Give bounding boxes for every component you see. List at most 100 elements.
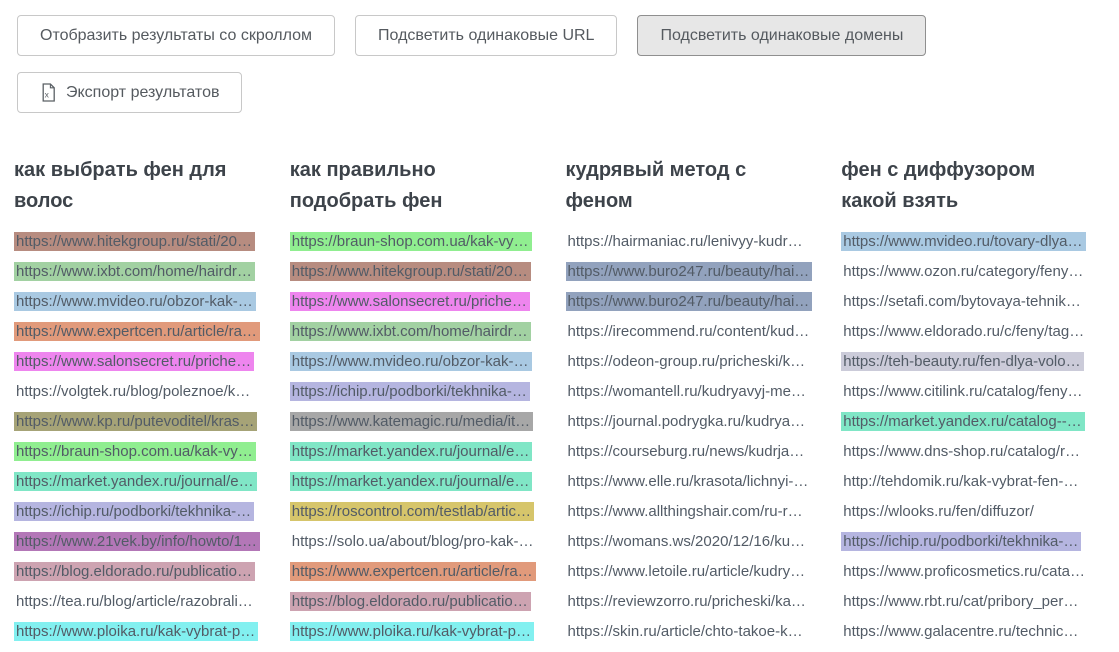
result-row: https://ichip.ru/podborki/tekhnika-… xyxy=(14,502,278,522)
result-url[interactable]: https://www.21vek.by/info/howto/1… xyxy=(14,532,260,551)
result-row: https://www.allthingshair.com/ru-r… xyxy=(566,502,830,522)
result-row: https://www.buro247.ru/beauty/hai… xyxy=(566,292,830,312)
result-row: https://teh-beauty.ru/fen-dlya-volo… xyxy=(841,352,1105,372)
result-row: https://ichip.ru/podborki/tekhnika-… xyxy=(290,382,554,402)
result-row: https://www.galacentre.ru/technic… xyxy=(841,622,1105,642)
results-grid: как выбрать фен для волос https://www.hi… xyxy=(0,155,1119,652)
result-url[interactable]: https://braun-shop.com.ua/kak-vy… xyxy=(14,442,256,461)
result-url[interactable]: https://www.salonsecret.ru/priche… xyxy=(290,292,530,311)
result-url[interactable]: https://braun-shop.com.ua/kak-vy… xyxy=(290,232,532,251)
result-url[interactable]: https://irecommend.ru/content/kud… xyxy=(566,322,813,341)
url-list: https://www.mvideo.ru/tovary-dlya… https… xyxy=(841,232,1105,642)
result-url[interactable]: https://www.letoile.ru/article/kudry… xyxy=(566,562,809,581)
result-url[interactable]: https://roscontrol.com/testlab/artic… xyxy=(290,502,534,521)
result-url[interactable]: https://hairmaniac.ru/lenivyy-kudr… xyxy=(566,232,806,251)
result-url[interactable]: https://www.eldorado.ru/c/feny/tag… xyxy=(841,322,1087,341)
result-url[interactable]: https://setafi.com/bytovaya-tehnik… xyxy=(841,292,1084,311)
result-row: https://www.letoile.ru/article/kudry… xyxy=(566,562,830,582)
result-row: https://wlooks.ru/fen/diffuzor/ xyxy=(841,502,1105,522)
show-results-with-scroll-button[interactable]: Отобразить результаты со скроллом xyxy=(17,15,335,56)
result-url[interactable]: https://www.mvideo.ru/obzor-kak-… xyxy=(290,352,532,371)
result-row: https://www.expertcen.ru/article/ra… xyxy=(290,562,554,582)
result-row: https://irecommend.ru/content/kud… xyxy=(566,322,830,342)
result-url[interactable]: https://www.ixbt.com/home/hairdr… xyxy=(14,262,255,281)
result-url[interactable]: https://www.buro247.ru/beauty/hai… xyxy=(566,292,813,311)
result-url[interactable]: https://womantell.ru/kudryavyj-me… xyxy=(566,382,809,401)
result-url[interactable]: https://www.allthingshair.com/ru-r… xyxy=(566,502,806,521)
result-url[interactable]: https://market.yandex.ru/journal/e… xyxy=(290,472,533,491)
result-url[interactable]: https://wlooks.ru/fen/diffuzor/ xyxy=(841,502,1037,521)
result-url[interactable]: https://www.citilink.ru/catalog/feny… xyxy=(841,382,1085,401)
result-url[interactable]: https://www.expertcen.ru/article/ra… xyxy=(14,322,260,341)
result-row: https://solo.ua/about/blog/pro-kak-… xyxy=(290,532,554,552)
excel-document-icon: x xyxy=(40,83,57,102)
result-url[interactable]: https://www.expertcen.ru/article/ra… xyxy=(290,562,536,581)
result-url[interactable]: https://market.yandex.ru/journal/e… xyxy=(14,472,257,491)
result-url[interactable]: https://www.ixbt.com/home/hairdr… xyxy=(290,322,531,341)
result-url[interactable]: https://www.hitekgroup.ru/stati/20… xyxy=(290,262,531,281)
toolbar-button-row: Отобразить результаты со скроллом Подсве… xyxy=(17,15,1102,56)
result-row: https://ichip.ru/podborki/tekhnika-… xyxy=(841,532,1105,552)
result-row: https://volgtek.ru/blog/poleznoe/k… xyxy=(14,382,278,402)
result-url[interactable]: https://www.rbt.ru/cat/pribory_per… xyxy=(841,592,1081,611)
result-row: http://tehdomik.ru/kak-vybrat-fen-… xyxy=(841,472,1105,492)
result-url[interactable]: https://ichip.ru/podborki/tekhnika-… xyxy=(290,382,530,401)
result-row: https://www.katemagic.ru/media/it… xyxy=(290,412,554,432)
result-row: https://journal.podrygka.ru/kudrya… xyxy=(566,412,830,432)
result-url[interactable]: https://www.kp.ru/putevoditel/kras… xyxy=(14,412,257,431)
result-url[interactable]: https://reviewzorro.ru/pricheski/ka… xyxy=(566,592,809,611)
result-url[interactable]: https://www.ploika.ru/kak-vybrat-p… xyxy=(290,622,534,641)
svg-text:x: x xyxy=(45,90,50,100)
export-results-button[interactable]: x Экспорт результатов xyxy=(17,72,242,113)
result-url[interactable]: https://skin.ru/article/chto-takoe-k… xyxy=(566,622,806,641)
highlight-same-domains-button[interactable]: Подсветить одинаковые домены xyxy=(637,15,926,56)
result-row: https://www.proficosmetics.ru/cata… xyxy=(841,562,1105,582)
result-url[interactable]: https://odeon-group.ru/pricheski/k… xyxy=(566,352,809,371)
result-url[interactable]: https://volgtek.ru/blog/poleznoe/k… xyxy=(14,382,253,401)
url-list: https://hairmaniac.ru/lenivyy-kudr… http… xyxy=(566,232,830,642)
result-url[interactable]: https://market.yandex.ru/journal/e… xyxy=(290,442,533,461)
result-row: https://www.citilink.ru/catalog/feny… xyxy=(841,382,1105,402)
result-row: https://www.hitekgroup.ru/stati/20… xyxy=(290,262,554,282)
result-row: https://skin.ru/article/chto-takoe-k… xyxy=(566,622,830,642)
result-url[interactable]: https://ichip.ru/podborki/tekhnika-… xyxy=(14,502,254,521)
result-url[interactable]: https://www.elle.ru/krasota/lichnyi-… xyxy=(566,472,812,491)
result-url[interactable]: https://ichip.ru/podborki/tekhnika-… xyxy=(841,532,1081,551)
result-url[interactable]: https://www.dns-shop.ru/catalog/r… xyxy=(841,442,1083,461)
result-row: https://blog.eldorado.ru/publicatio… xyxy=(290,592,554,612)
result-url[interactable]: https://market.yandex.ru/catalog--… xyxy=(841,412,1084,431)
result-url[interactable]: https://www.galacentre.ru/technic… xyxy=(841,622,1081,641)
result-url[interactable]: https://www.katemagic.ru/media/it… xyxy=(290,412,533,431)
result-row: https://www.ploika.ru/kak-vybrat-p… xyxy=(14,622,278,642)
result-url[interactable]: https://www.ploika.ru/kak-vybrat-p… xyxy=(14,622,258,641)
result-row: https://odeon-group.ru/pricheski/k… xyxy=(566,352,830,372)
result-url[interactable]: https://www.salonsecret.ru/priche… xyxy=(14,352,254,371)
result-url[interactable]: https://journal.podrygka.ru/kudrya… xyxy=(566,412,809,431)
result-row: https://www.elle.ru/krasota/lichnyi-… xyxy=(566,472,830,492)
result-url[interactable]: https://teh-beauty.ru/fen-dlya-volo… xyxy=(841,352,1083,371)
result-url[interactable]: https://www.hitekgroup.ru/stati/20… xyxy=(14,232,255,251)
result-url[interactable]: https://blog.eldorado.ru/publicatio… xyxy=(14,562,255,581)
result-row: https://www.rbt.ru/cat/pribory_per… xyxy=(841,592,1105,612)
keyword-title: как выбрать фен для волос xyxy=(14,155,252,217)
result-url[interactable]: https://womans.ws/2020/12/16/ku… xyxy=(566,532,809,551)
result-row: https://blog.eldorado.ru/publicatio… xyxy=(14,562,278,582)
result-url[interactable]: https://tea.ru/blog/article/razobrali… xyxy=(14,592,256,611)
result-url[interactable]: https://www.mvideo.ru/tovary-dlya… xyxy=(841,232,1085,251)
result-url[interactable]: https://solo.ua/about/blog/pro-kak-… xyxy=(290,532,537,551)
result-url[interactable]: http://tehdomik.ru/kak-vybrat-fen-… xyxy=(841,472,1081,491)
result-url[interactable]: https://blog.eldorado.ru/publicatio… xyxy=(290,592,531,611)
result-row: https://www.21vek.by/info/howto/1… xyxy=(14,532,278,552)
keyword-title: фен с диффузором какой взять xyxy=(841,155,1079,217)
result-url[interactable]: https://www.ozon.ru/category/feny… xyxy=(841,262,1086,281)
result-url[interactable]: https://courseburg.ru/news/kudrja… xyxy=(566,442,808,461)
result-row: https://braun-shop.com.ua/kak-vy… xyxy=(290,232,554,252)
result-row: https://market.yandex.ru/journal/e… xyxy=(290,472,554,492)
highlight-same-url-button[interactable]: Подсветить одинаковые URL xyxy=(355,15,617,56)
result-url[interactable]: https://www.mvideo.ru/obzor-kak-… xyxy=(14,292,256,311)
keyword-title: кудрявый метод с феном xyxy=(566,155,804,217)
export-button-row: x Экспорт результатов xyxy=(17,72,1102,113)
result-url[interactable]: https://www.buro247.ru/beauty/hai… xyxy=(566,262,813,281)
result-url[interactable]: https://www.proficosmetics.ru/cata… xyxy=(841,562,1088,581)
result-row: https://courseburg.ru/news/kudrja… xyxy=(566,442,830,462)
